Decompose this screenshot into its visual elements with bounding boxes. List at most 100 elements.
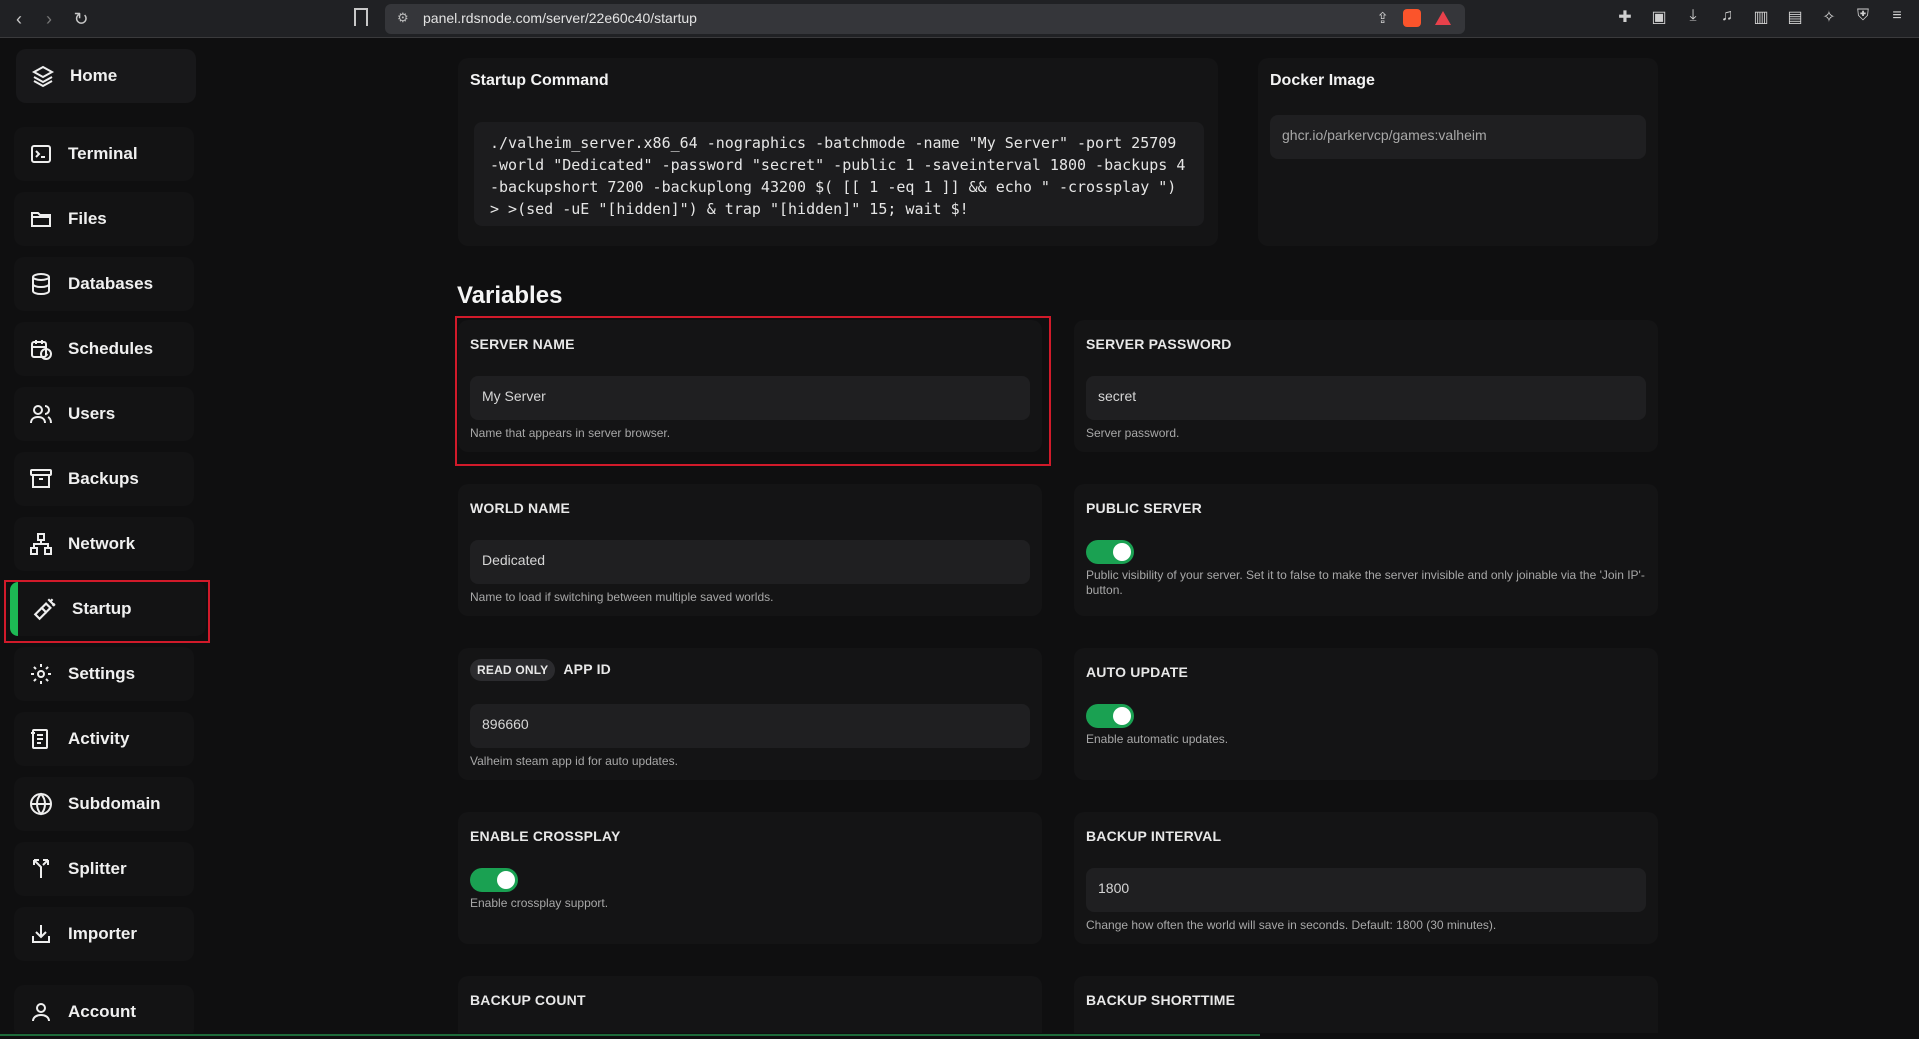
variable-label: SERVER PASSWORD — [1086, 336, 1232, 352]
toggle-knob — [1113, 707, 1131, 725]
sidebar-item-label: Network — [68, 534, 136, 553]
variables-heading: Variables — [457, 282, 563, 309]
sidebar-item-users[interactable]: Users — [14, 387, 194, 441]
load-progress — [0, 1034, 1260, 1036]
sidebar-item-label: Backups — [68, 469, 139, 488]
public-server-toggle[interactable] — [1086, 540, 1134, 564]
server-password-input[interactable]: secret — [1086, 376, 1646, 420]
sidebar-item-files[interactable]: Files — [14, 192, 194, 246]
bookmark-icon[interactable] — [354, 8, 368, 26]
sidebar-item-settings[interactable]: Settings — [14, 647, 194, 701]
docker-image-select[interactable]: ghcr.io/parkervcp/games:valheim — [1270, 115, 1646, 159]
sidebar-item-label: Account — [68, 1002, 136, 1021]
sidebar-item-label: Home — [70, 66, 118, 85]
sidebar: Home Terminal Files Databases Schedules … — [0, 38, 206, 1039]
variable-help: Name to load if switching between multip… — [470, 590, 774, 604]
variable-server-password: SERVER PASSWORD secret Server password. — [1074, 320, 1658, 452]
archive-icon — [28, 466, 54, 492]
read-only-badge: READ ONLY — [470, 659, 556, 681]
variable-public-server: PUBLIC SERVER Public visibility of your … — [1074, 484, 1658, 616]
variable-help: Valheim steam app id for auto updates. — [470, 754, 678, 768]
variable-auto-update: AUTO UPDATE Enable automatic updates. — [1074, 648, 1658, 780]
import-icon — [28, 921, 54, 947]
sidebar-item-activity[interactable]: Activity — [14, 712, 194, 766]
sidebar-toggle-icon[interactable]: ▥ — [1751, 7, 1771, 27]
calendar-clock-icon — [28, 336, 54, 362]
sidebar-item-label: Importer — [68, 924, 137, 943]
menu-icon[interactable]: ≡ — [1887, 7, 1907, 27]
split-icon — [28, 856, 54, 882]
variable-label: AUTO UPDATE — [1086, 664, 1189, 680]
sidebar-item-label: Settings — [68, 664, 136, 683]
sidebar-item-subdomain[interactable]: Subdomain — [14, 777, 194, 831]
variable-help: Enable automatic updates. — [1086, 732, 1229, 746]
sidebar-item-terminal[interactable]: Terminal — [14, 127, 194, 181]
screenshot-icon[interactable]: ▣ — [1649, 7, 1669, 27]
variable-help: Change how often the world will save in … — [1086, 918, 1497, 932]
terminal-icon — [28, 141, 54, 167]
variable-label: BACKUP INTERVAL — [1086, 828, 1222, 844]
address-bar[interactable]: ⚙ panel.rdsnode.com/server/22e60c40/star… — [385, 4, 1465, 34]
startup-command-text: ./valheim_server.x86_64 -nographics -bat… — [474, 122, 1204, 226]
back-icon[interactable]: ‹ — [8, 8, 30, 30]
sidebar-item-splitter[interactable]: Splitter — [14, 842, 194, 896]
toggle-knob — [497, 871, 515, 889]
docker-image-card: Docker Image ghcr.io/parkervcp/games:val… — [1258, 58, 1658, 246]
gear-icon — [28, 661, 54, 687]
variable-backup-count: BACKUP COUNT — [458, 976, 1042, 1033]
world-name-input[interactable]: Dedicated — [470, 540, 1030, 584]
url-text[interactable]: panel.rdsnode.com/server/22e60c40/startu… — [423, 10, 697, 26]
sidebar-item-backups[interactable]: Backups — [14, 452, 194, 506]
users-icon — [28, 401, 54, 427]
auto-update-toggle[interactable] — [1086, 704, 1134, 728]
layers-icon — [30, 63, 56, 89]
database-icon — [28, 271, 54, 297]
sidebar-item-label: Subdomain — [68, 794, 161, 813]
app-id-input[interactable]: 896660 — [470, 704, 1030, 748]
toggle-knob — [1113, 543, 1131, 561]
startup-highlight-box — [4, 580, 210, 643]
sidebar-item-schedules[interactable]: Schedules — [14, 322, 194, 376]
crossplay-toggle[interactable] — [470, 868, 518, 892]
variable-label: BACKUP COUNT — [470, 992, 586, 1008]
brave-rewards-icon[interactable] — [1435, 11, 1451, 25]
variable-help: Public visibility of your server. Set it… — [1086, 568, 1645, 597]
sidebar-item-label: Schedules — [68, 339, 154, 358]
startup-command-card: Startup Command ./valheim_server.x86_64 … — [458, 58, 1218, 246]
reload-icon[interactable]: ↻ — [70, 8, 92, 30]
sidebar-item-label: Terminal — [68, 144, 138, 163]
download-icon[interactable]: ⤓ — [1683, 7, 1703, 27]
activity-log-icon — [28, 726, 54, 752]
sidebar-item-home[interactable]: Home — [16, 49, 196, 103]
sidebar-item-importer[interactable]: Importer — [14, 907, 194, 961]
startup-command-title: Startup Command — [470, 72, 609, 89]
site-info-icon[interactable]: ⚙ — [397, 10, 409, 26]
server-name-highlight-box — [455, 316, 1051, 466]
variable-label: WORLD NAME — [470, 500, 570, 516]
wallet-icon[interactable]: ▤ — [1785, 7, 1805, 27]
sidebar-item-label: Activity — [68, 729, 130, 748]
sidebar-item-label: Users — [68, 404, 116, 423]
variable-backup-shorttime: BACKUP SHORTTIME — [1074, 976, 1658, 1033]
media-icon[interactable]: ♫ — [1717, 7, 1737, 27]
page-load-bar — [0, 1033, 1919, 1038]
docker-image-title: Docker Image — [1270, 72, 1375, 89]
extensions-icon[interactable]: ✚ — [1615, 7, 1635, 27]
variable-backup-interval: BACKUP INTERVAL 1800 Change how often th… — [1074, 812, 1658, 944]
vpn-icon[interactable]: ⛨ — [1853, 7, 1873, 27]
sidebar-item-account[interactable]: Account — [14, 985, 194, 1039]
backup-interval-input[interactable]: 1800 — [1086, 868, 1646, 912]
sidebar-item-label: Splitter — [68, 859, 127, 878]
share-icon[interactable]: ⇪ — [1376, 9, 1389, 27]
variable-help: Enable crossplay support. — [470, 896, 609, 910]
forward-icon[interactable]: › — [38, 8, 60, 30]
brave-shields-icon[interactable] — [1403, 9, 1421, 27]
sidebar-item-network[interactable]: Network — [14, 517, 194, 571]
variable-world-name: WORLD NAME Dedicated Name to load if swi… — [458, 484, 1042, 616]
variable-enable-crossplay: ENABLE CROSSPLAY Enable crossplay suppor… — [458, 812, 1042, 944]
leo-ai-icon[interactable]: ✧ — [1819, 7, 1839, 27]
variable-label: PUBLIC SERVER — [1086, 500, 1202, 516]
variable-label: BACKUP SHORTTIME — [1086, 992, 1236, 1008]
network-icon — [28, 531, 54, 557]
sidebar-item-databases[interactable]: Databases — [14, 257, 194, 311]
